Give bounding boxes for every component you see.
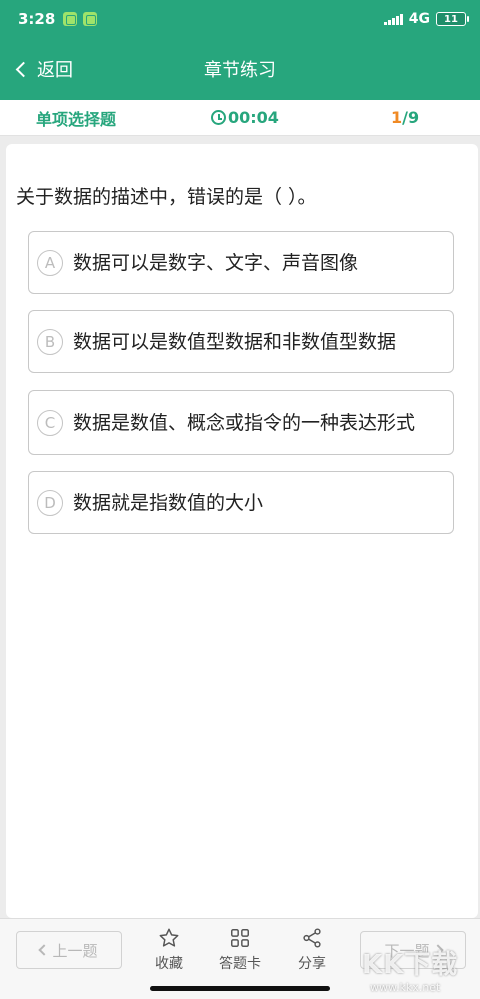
watermark: KK下载 www.kkx.net — [362, 944, 478, 996]
status-bar: 3:28 4G 11 — [0, 0, 480, 38]
timer: 00:04 — [211, 108, 391, 127]
option-text: 数据可以是数字、文字、声音图像 — [73, 251, 359, 274]
option-letter: A — [37, 249, 63, 276]
question-text: 关于数据的描述中，错误的是（ ）。 — [16, 186, 317, 208]
share-icon — [303, 928, 321, 948]
home-indicator[interactable] — [150, 986, 330, 991]
option-text: 数据就是指数值的大小 — [73, 491, 264, 514]
timer-value: 00:04 — [228, 108, 279, 127]
status-time: 3:28 — [18, 10, 56, 28]
signal-icon — [384, 13, 403, 25]
total-questions: 9 — [407, 108, 420, 127]
question-card: 关于数据的描述中，错误的是（ ）。 A 数据可以是数字、文字、声音图像 B 数据… — [6, 144, 478, 918]
option-a[interactable]: A 数据可以是数字、文字、声音图像 — [28, 231, 454, 294]
favorite-label: 收藏 — [155, 956, 183, 972]
option-letter: D — [37, 489, 63, 516]
option-d[interactable]: D 数据就是指数值的大小 — [28, 471, 454, 534]
notification-icon — [83, 12, 98, 26]
answer-card-label: 答题卡 — [219, 956, 261, 972]
clock-icon — [211, 110, 226, 125]
option-c[interactable]: C 数据是数值、概念或指令的一种表达形式 — [28, 390, 454, 455]
header: 3:28 4G 11 返回 章节练习 — [0, 0, 480, 100]
prev-question-button[interactable]: 上一题 — [16, 931, 122, 969]
grid-icon — [231, 929, 249, 947]
back-label: 返回 — [37, 60, 73, 81]
share-button[interactable]: 分享 — [282, 927, 342, 973]
star-icon — [159, 928, 179, 947]
watermark-url: www.kkx.net — [370, 981, 441, 994]
battery-icon: 11 — [436, 12, 469, 26]
answer-card-button[interactable]: 答题卡 — [210, 927, 270, 973]
back-button[interactable]: 返回 — [14, 56, 73, 82]
current-question-number: 1 — [391, 108, 403, 127]
question-progress: 1/9 — [391, 108, 419, 127]
option-b[interactable]: B 数据可以是数值型数据和非数值型数据 — [28, 310, 454, 373]
option-text: 数据是数值、概念或指令的一种表达形式 — [73, 411, 416, 434]
chevron-left-icon — [38, 944, 51, 956]
question-type: 单项选择题 — [36, 109, 117, 129]
network-type: 4G — [408, 11, 430, 27]
prev-label: 上一题 — [52, 941, 98, 960]
share-label: 分享 — [298, 956, 326, 972]
option-text: 数据可以是数值型数据和非数值型数据 — [73, 330, 397, 353]
option-letter: C — [37, 409, 63, 436]
favorite-button[interactable]: 收藏 — [139, 927, 199, 973]
question-info-bar: 单项选择题 00:04 1/9 — [0, 100, 480, 136]
notification-icon — [63, 12, 78, 26]
nav-bar: 返回 章节练习 — [0, 38, 480, 100]
option-letter: B — [37, 328, 63, 355]
watermark-logo: KK下载 — [362, 950, 459, 980]
battery-level: 11 — [444, 13, 458, 25]
chevron-left-icon — [15, 61, 32, 77]
